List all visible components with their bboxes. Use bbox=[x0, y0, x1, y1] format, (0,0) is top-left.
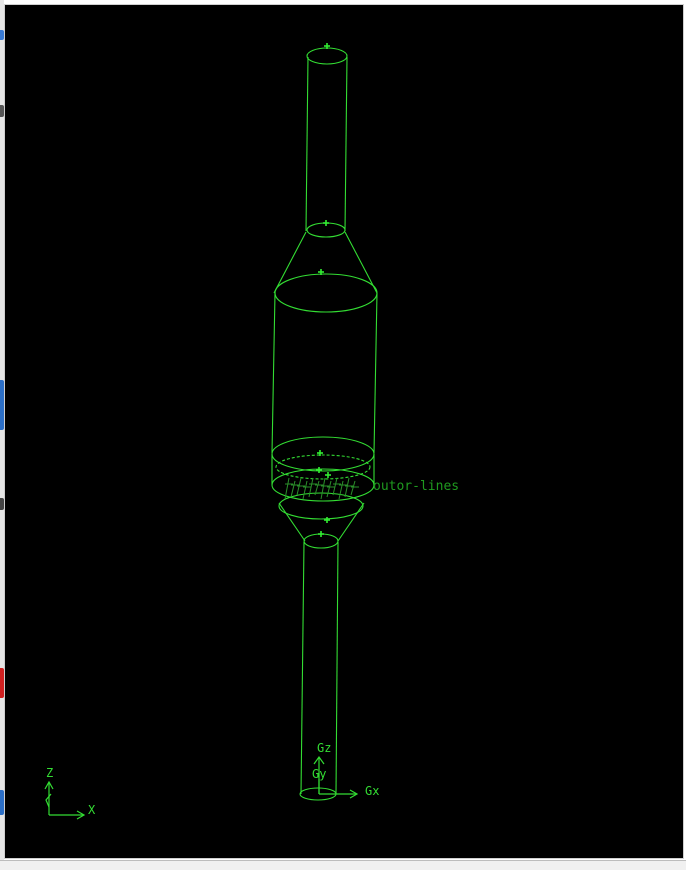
distributor-tube bbox=[302, 480, 308, 500]
global-axis-y-label: Gy bbox=[312, 767, 326, 781]
view-orientation-triad-icon[interactable]: Z X bbox=[44, 766, 96, 820]
node-marker bbox=[324, 517, 330, 523]
node-markers bbox=[316, 43, 331, 537]
node-marker bbox=[325, 472, 331, 478]
global-coordinate-axes-icon: Gz Gy Gx bbox=[312, 741, 379, 799]
distributor-tube bbox=[350, 480, 356, 496]
distributor-tube bbox=[326, 480, 332, 498]
triad-z-label: Z bbox=[46, 766, 53, 780]
graphics-viewport[interactable]: outor-lines Gz Gy Gx Z X bbox=[4, 4, 684, 859]
mesh-wireframe-canvas[interactable]: outor-lines Gz Gy Gx Z X bbox=[5, 5, 683, 858]
upper-cone[interactable] bbox=[273, 231, 378, 294]
model-label[interactable]: outor-lines bbox=[373, 479, 459, 494]
vessel-wireframe[interactable] bbox=[271, 47, 378, 801]
distributor-tube bbox=[290, 480, 296, 498]
distributor-tube bbox=[320, 477, 326, 500]
global-axis-x-label: Gx bbox=[365, 784, 379, 798]
node-marker bbox=[318, 531, 324, 537]
triad-x-label: X bbox=[88, 803, 96, 817]
node-marker bbox=[316, 467, 322, 473]
distributor-tube bbox=[344, 477, 350, 498]
global-axis-z-label: Gz bbox=[317, 741, 331, 755]
top-outlet-pipe[interactable] bbox=[305, 47, 348, 238]
node-marker bbox=[323, 220, 329, 226]
